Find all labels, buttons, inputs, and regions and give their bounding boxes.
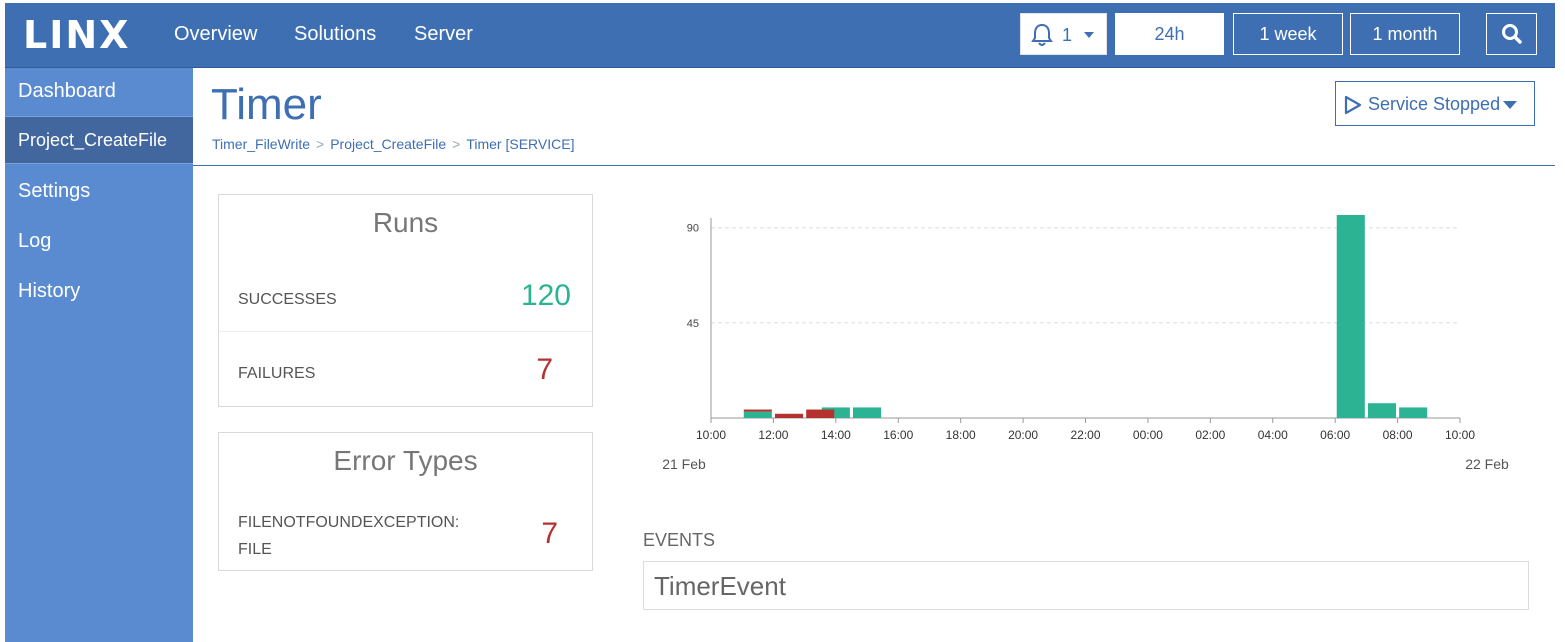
x-tick-label: 08:00 bbox=[1383, 428, 1413, 442]
sidebar-item-dashboard[interactable]: Dashboard bbox=[5, 68, 193, 116]
successes-count: 120 bbox=[520, 279, 571, 312]
x-tick-label: 04:00 bbox=[1258, 428, 1288, 442]
runs-panel: Runs SUCCESSES 120 FAILURES 7 bbox=[218, 194, 593, 407]
bar-failure bbox=[806, 409, 835, 418]
top-navbar: LINX Overview Solutions Server 1 24h 1 w… bbox=[5, 3, 1555, 68]
error-type-count: 7 bbox=[541, 517, 558, 550]
events-list: TimerEvent bbox=[643, 561, 1529, 610]
range-24h-button[interactable]: 24h bbox=[1115, 13, 1224, 55]
error-types-panel: Error Types FILENOTFOUNDEXCEPTION: FILE … bbox=[218, 432, 593, 571]
sidebar: Dashboard Project_CreateFile Settings Lo… bbox=[5, 68, 193, 642]
successes-label: SUCCESSES bbox=[238, 291, 337, 308]
service-status-label: Service Stopped bbox=[1368, 94, 1501, 114]
x-tick-label: 20:00 bbox=[1008, 428, 1038, 442]
notifications-dropdown[interactable]: 1 bbox=[1020, 13, 1107, 55]
x-tick-label: 00:00 bbox=[1133, 428, 1163, 442]
breadcrumb-item[interactable]: Timer_FileWrite bbox=[212, 136, 310, 152]
y-tick-label: 90 bbox=[687, 223, 699, 235]
date-label: 21 Feb bbox=[662, 456, 706, 472]
error-type-label: FILENOTFOUNDEXCEPTION: bbox=[238, 514, 460, 531]
breadcrumb-separator: > bbox=[316, 136, 325, 152]
failures-label: FAILURES bbox=[238, 365, 316, 382]
notification-count: 1 bbox=[1062, 25, 1073, 45]
runs-title: Runs bbox=[372, 207, 439, 238]
bell-icon bbox=[1031, 23, 1053, 52]
failures-count: 7 bbox=[536, 353, 553, 386]
breadcrumb: Timer_FileWrite > Project_CreateFile > Timer… bbox=[212, 136, 574, 152]
nav-overview[interactable]: Overview bbox=[174, 23, 257, 46]
bar-success bbox=[1399, 407, 1428, 418]
sidebar-item-project-createfile[interactable]: Project_CreateFile bbox=[5, 116, 193, 164]
bar-success bbox=[743, 411, 772, 418]
runs-bar-chart: 45 90 10:00 12:00 14:00 16:00 18:00 20:00 22:00 0… bbox=[662, 215, 1509, 472]
events-label: EVENTS bbox=[643, 530, 716, 550]
search-button[interactable] bbox=[1486, 13, 1537, 55]
breadcrumb-item[interactable]: Timer [SERVICE] bbox=[466, 136, 574, 152]
divider bbox=[219, 331, 592, 332]
range-1month-button[interactable]: 1 month bbox=[1350, 13, 1460, 55]
error-types-title: Error Types bbox=[333, 445, 478, 476]
x-tick-label: 10:00 bbox=[1445, 428, 1475, 442]
bar-failure bbox=[743, 409, 772, 412]
breadcrumb-item[interactable]: Project_CreateFile bbox=[330, 136, 446, 152]
date-label: 22 Feb bbox=[1465, 456, 1509, 472]
y-tick-label: 45 bbox=[687, 318, 699, 330]
event-item[interactable]: TimerEvent bbox=[654, 571, 786, 602]
bar-success bbox=[852, 407, 882, 418]
x-tick-label: 02:00 bbox=[1195, 428, 1225, 442]
sidebar-item-settings[interactable]: Settings bbox=[5, 168, 193, 216]
nav-solutions[interactable]: Solutions bbox=[294, 23, 376, 46]
service-status-dropdown[interactable]: Service Stopped bbox=[1335, 81, 1535, 126]
sidebar-item-history[interactable]: History bbox=[5, 268, 193, 316]
nav-server[interactable]: Server bbox=[414, 23, 473, 46]
linx-logo[interactable]: LINX bbox=[23, 13, 130, 57]
x-tick-label: 14:00 bbox=[821, 428, 851, 442]
search-icon bbox=[1502, 24, 1522, 44]
x-tick-label: 22:00 bbox=[1070, 428, 1100, 442]
header-divider bbox=[193, 165, 1555, 166]
x-tick-label: 16:00 bbox=[883, 428, 913, 442]
bar-success bbox=[1367, 403, 1397, 418]
play-icon bbox=[1344, 95, 1362, 120]
x-tick-label: 10:00 bbox=[696, 428, 726, 442]
sidebar-item-log[interactable]: Log bbox=[5, 218, 193, 266]
bar-failure bbox=[774, 413, 804, 418]
range-1week-button[interactable]: 1 week bbox=[1233, 13, 1343, 55]
bar-success bbox=[1336, 215, 1365, 418]
chevron-down-icon bbox=[1503, 101, 1517, 109]
error-type-label-line2: FILE bbox=[238, 541, 272, 558]
x-tick-label: 18:00 bbox=[946, 428, 976, 442]
x-tick-label: 12:00 bbox=[758, 428, 788, 442]
page-title: Timer bbox=[211, 80, 322, 129]
chevron-down-icon bbox=[1084, 32, 1094, 38]
breadcrumb-separator: > bbox=[452, 136, 461, 152]
x-tick-label: 06:00 bbox=[1320, 428, 1350, 442]
